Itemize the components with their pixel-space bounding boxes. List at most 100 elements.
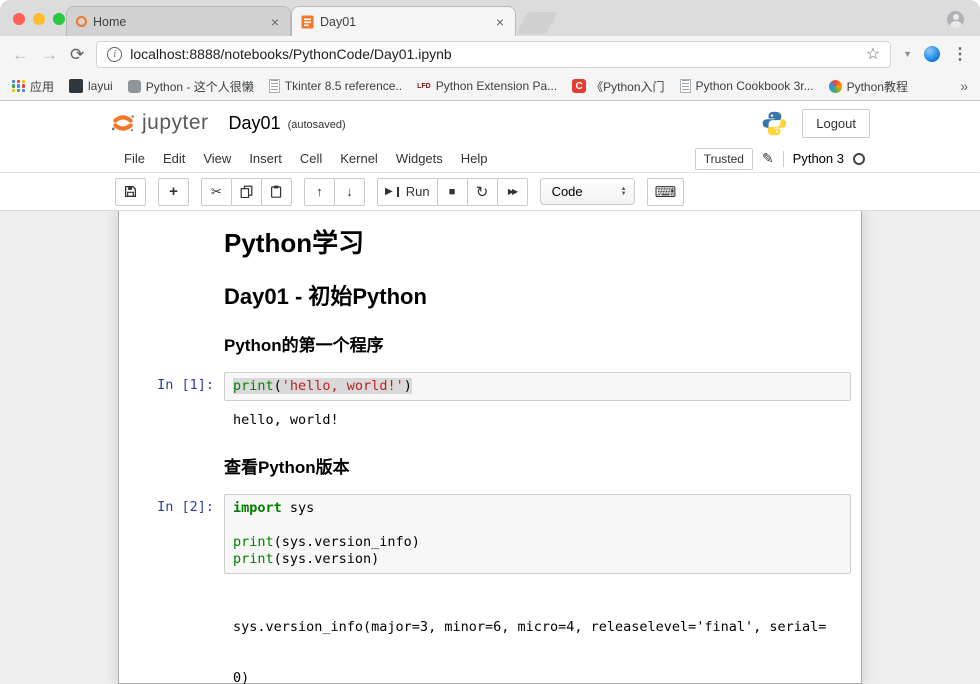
logout-button[interactable]: Logout [802, 109, 870, 138]
code-input-1[interactable]: print('hello, world!') [224, 372, 851, 401]
extension-globe-icon[interactable] [924, 46, 940, 62]
bookmark-python-blog[interactable]: Python - 这个人很懒 [128, 78, 254, 95]
save-button[interactable] [115, 178, 146, 206]
bookmark-label: Python - 这个人很懒 [146, 78, 254, 95]
reload-icon[interactable]: ⟳ [70, 46, 84, 63]
code-token-print: print [233, 534, 274, 550]
tutorial-icon [829, 80, 842, 93]
divider [783, 151, 784, 167]
move-cell-up-button[interactable]: ↑ [304, 178, 335, 206]
tab-day01[interactable]: Day01 × [291, 6, 516, 36]
jupyter-logo-icon[interactable] [110, 110, 136, 136]
apps-grid-icon [12, 80, 25, 93]
output-cell-2: sys.version_info(major=3, minor=6, micro… [119, 579, 861, 684]
run-cell-button[interactable]: ▶Run [377, 178, 438, 206]
close-window-button[interactable] [13, 13, 25, 25]
fast-forward-icon: ▶▶ [508, 187, 516, 196]
copy-cell-button[interactable] [231, 178, 262, 206]
notebook-area: Python学习 Day01 - 初始Python Python的第一个程序 I… [0, 211, 980, 684]
jupyter-wordmark[interactable]: jupyter [142, 111, 209, 135]
paste-cell-button[interactable] [261, 178, 292, 206]
input-prompt-1: In [1]: [124, 372, 224, 401]
code-token-import: import [233, 500, 282, 516]
downloads-arrow-icon[interactable]: ▼ [903, 49, 912, 59]
tab-home-close-icon[interactable]: × [269, 15, 281, 29]
output-text-1: hello, world! [224, 408, 851, 433]
page-info-icon[interactable]: i [107, 47, 122, 62]
browser-menu-icon[interactable]: ⋮ [952, 44, 968, 64]
forward-icon[interactable]: → [41, 46, 58, 63]
notebook-h2: Day01 - 初始Python [224, 284, 847, 310]
tab-day01-close-icon[interactable]: × [494, 15, 506, 29]
prompt-spacer [124, 328, 224, 362]
menu-bar: File Edit View Insert Cell Kernel Widget… [0, 145, 980, 173]
markdown-cell-day[interactable]: Day01 - 初始Python [119, 273, 861, 323]
cut-cell-button[interactable]: ✂ [201, 178, 232, 206]
profile-avatar-icon[interactable] [947, 11, 964, 28]
refresh-icon: ↻ [476, 183, 489, 201]
notebook-title[interactable]: Day01 [229, 113, 281, 134]
bookmark-csdn[interactable]: C 《Python入门 [572, 78, 664, 95]
notebook-favicon-icon [301, 15, 314, 29]
keyboard-icon: ⌨ [655, 183, 677, 201]
menu-cell[interactable]: Cell [291, 151, 331, 166]
menu-edit[interactable]: Edit [154, 151, 194, 166]
book-icon [680, 79, 691, 93]
kernel-name: Python 3 [793, 151, 844, 166]
bookmark-lfd[interactable]: LFD Python Extension Pa... [417, 79, 557, 93]
bookmark-cookbook[interactable]: Python Cookbook 3r... [680, 79, 814, 93]
menu-file[interactable]: File [115, 151, 154, 166]
bookmark-tkinter[interactable]: Tkinter 8.5 reference.. [269, 79, 402, 93]
bookmark-label: 应用 [30, 78, 54, 95]
trusted-badge[interactable]: Trusted [695, 148, 753, 170]
bookmark-label: 《Python入门 [591, 78, 664, 95]
markdown-cell-title[interactable]: Python学习 [119, 219, 861, 273]
output-prompt-spacer [124, 581, 224, 684]
notebook-toolbar: + ✂ ↑ ↓ ▶Run [0, 173, 980, 211]
code-cell-1[interactable]: In [1]: print('hello, world!') [119, 367, 861, 406]
move-cell-down-button[interactable]: ↓ [334, 178, 365, 206]
bookmark-label: layui [88, 79, 113, 93]
stop-icon: ■ [449, 186, 456, 198]
code-token-print: print [233, 551, 274, 567]
bookmark-layui[interactable]: layui [69, 79, 113, 93]
cell-type-select[interactable]: Code ▲▼ [540, 178, 635, 205]
output-line: 0) [233, 670, 847, 684]
save-icon [124, 185, 137, 198]
markdown-cell-first-program[interactable]: Python的第一个程序 [119, 323, 861, 367]
bookmark-tutorial[interactable]: Python教程 [829, 78, 908, 95]
menu-widgets[interactable]: Widgets [387, 151, 452, 166]
restart-run-all-button[interactable]: ▶▶ [497, 178, 528, 206]
code-token-call: (sys.version) [274, 551, 380, 567]
prompt-spacer [124, 224, 224, 268]
markdown-cell-version[interactable]: 查看Python版本 [119, 441, 861, 489]
plus-icon: + [169, 183, 178, 200]
bookmark-star-icon[interactable]: ☆ [866, 44, 880, 64]
back-icon[interactable]: ← [12, 46, 29, 63]
bookmark-apps[interactable]: 应用 [12, 78, 54, 95]
code-token-paren: ( [274, 378, 282, 394]
code-input-2[interactable]: import sys print(sys.version_info) print… [224, 494, 851, 574]
tab-home[interactable]: Home × [66, 6, 291, 36]
prompt-spacer [124, 278, 224, 318]
lfd-icon: LFD [417, 83, 431, 90]
menu-kernel[interactable]: Kernel [331, 151, 387, 166]
command-palette-button[interactable]: ⌨ [647, 178, 685, 206]
url-text[interactable]: localhost:8888/notebooks/PythonCode/Day0… [130, 46, 857, 62]
url-box[interactable]: i localhost:8888/notebooks/PythonCode/Da… [96, 41, 891, 68]
bookmark-label: Python Extension Pa... [436, 79, 557, 93]
address-bar: ← → ⟳ i localhost:8888/notebooks/PythonC… [0, 36, 980, 72]
insert-cell-button[interactable]: + [158, 178, 189, 206]
menu-help[interactable]: Help [452, 151, 497, 166]
interrupt-kernel-button[interactable]: ■ [437, 178, 468, 206]
restart-kernel-button[interactable]: ↻ [467, 178, 498, 206]
bookmarks-overflow-icon[interactable]: » [960, 78, 968, 94]
zoom-window-button[interactable] [53, 13, 65, 25]
notebook-h3-second: 查看Python版本 [224, 458, 847, 478]
blog-icon [128, 80, 141, 93]
code-cell-2[interactable]: In [2]: import sys print(sys.version_inf… [119, 489, 861, 579]
minimize-window-button[interactable] [33, 13, 45, 25]
menu-view[interactable]: View [194, 151, 240, 166]
new-tab-button[interactable] [516, 12, 558, 34]
menu-insert[interactable]: Insert [240, 151, 291, 166]
